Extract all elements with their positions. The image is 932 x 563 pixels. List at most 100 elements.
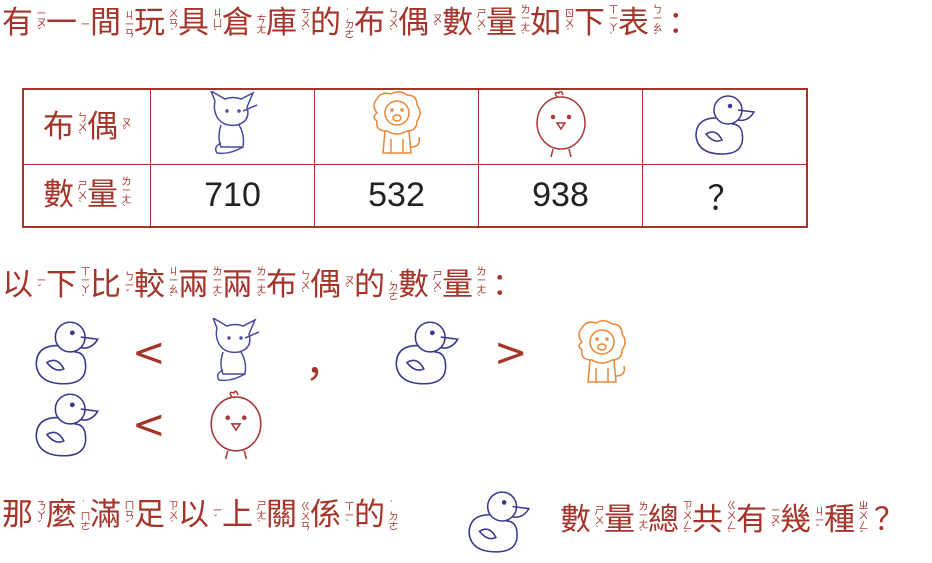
character: 一ㄧ [46,8,90,39]
toy-count-table: 布ㄅㄨˋ 偶ㄡˇ 數ㄕㄨˋ 量ㄌㄧㄤˋ 710 532 938 ？ [22,88,808,228]
count-fox: 710 [150,164,315,228]
zhuyin-annotation: ㄘㄤ [254,13,265,34]
zhuyin-annotation: ㄎㄨˋ [298,8,309,39]
character: 量ㄌㄧㄤˋ [442,266,486,305]
character-glyph: 量 [442,267,473,303]
character-glyph: 有 [736,502,767,538]
character: 如ㄖㄨˊ [530,8,574,40]
zhuyin-annotation: ㄨㄢˊ [166,8,177,39]
character-glyph: ？ [874,502,905,538]
character-glyph: 種 [824,502,855,538]
character-glyph: 的 [354,267,385,303]
zhuyin-annotation: ㄧˇ [34,276,45,295]
character-glyph: 數 [43,177,74,213]
character: 較ㄐㄧㄠˋ [134,266,178,305]
zhuyin-annotation: ㄒㄧㄚˋ [78,266,89,305]
cell-chick [478,88,643,165]
character-glyph: 比 [90,267,121,303]
zhuyin-annotation: ˙ㄇㄜ [78,500,89,531]
zhuyin-annotation: ㄒㄧㄚˋ [606,4,617,43]
zhuyin-annotation: ㄐㄧㄢ [122,9,133,38]
character: 庫ㄎㄨˋ [266,5,310,41]
zhuyin-annotation: ㄡˇ [430,13,441,34]
character-glyph: 共 [692,502,723,538]
character: 的 ˙ㄉㄜ [354,497,398,533]
character: 兩ㄌㄧㄤˇ [178,266,222,305]
character: 數ㄕㄨˋ [560,502,604,538]
character: 上ㄕㄤˋ [222,497,266,533]
zhuyin-annotation: ㄡˇ [342,275,353,296]
zhuyin-annotation: ㄗㄨˊ [166,500,177,531]
lion-icon [372,90,421,154]
character-glyph: 幾 [780,502,811,538]
character: 係ㄒㄧˋ [310,500,354,531]
character-glyph: 兩 [178,267,209,303]
character-glyph: 下 [46,267,77,303]
count-duck: ？ [642,164,808,228]
zhuyin-annotation: ㄌㄧㄤˋ [636,501,647,540]
zhuyin-annotation: ㄌㄧㄤˇ [254,266,265,305]
final-question-part-1: 那ㄋㄚˇ 麼 ˙ㄇㄜ滿ㄇㄢˇ 足ㄗㄨˊ 以ㄧˇ 上ㄕㄤˋ 關ㄍㄨㄢ係ㄒㄧˋ 的 ˙ㄉㄜ [2,497,398,533]
character: 量ㄌㄧㄤˋ [486,4,530,43]
character-glyph: 那 [2,497,33,533]
less-than-sign: < [132,402,166,448]
character: 布ㄅㄨˋ [43,111,87,143]
character-glyph: 倉 [222,5,253,41]
character-glyph: 滿 [90,497,121,533]
character: 以ㄧˇ [2,270,46,301]
character: 量ㄌㄧㄤˋ [604,501,648,540]
fox-icon [212,318,260,382]
character: 表ㄅㄧㄠˇ [618,4,662,43]
lion-icon [578,319,626,383]
zhuyin-annotation: ㄌㄧㄤˋ [474,266,485,305]
character-glyph: ： [492,267,523,303]
character-glyph: 具 [178,5,209,41]
character: 總ㄗㄨㄥˇ [648,500,692,541]
chick-icon [535,90,586,158]
duck-icon [35,321,99,385]
character-glyph: 下 [574,5,605,41]
zhuyin-annotation: ㄌㄧㄤˇ [210,266,221,305]
character: 種ㄓㄨㄥˇ [824,500,868,541]
zhuyin-annotation: ㄕㄨˋ [474,8,485,39]
count-lion: 532 [314,164,479,228]
zhuyin-annotation: ㄌㄧㄤˋ [119,176,130,215]
character-glyph: 偶 [87,108,118,145]
zhuyin-annotation: ㄅㄨˋ [298,270,309,301]
row-label-count: 數ㄕㄨˋ 量ㄌㄧㄤˋ [22,164,151,228]
character: 麼 ˙ㄇㄜ [46,500,90,532]
character: ： [492,270,523,301]
comma: ， [305,340,345,386]
character: 兩ㄌㄧㄤˇ [222,266,266,305]
character: 偶ㄡˇ [87,108,131,145]
zhuyin-annotation: ㄧㄡˇ [34,9,45,38]
compare-text: 以ㄧˇ 下ㄒㄧㄚˋ 比ㄅㄧˇ 較ㄐㄧㄠˋ 兩ㄌㄧㄤˇ 兩ㄌㄧㄤˇ 布ㄅㄨˋ 偶ㄡˇ 的 ˙ㄉㄜ數ㄕ… [2,266,523,305]
character: 有ㄧㄡˇ [2,8,46,39]
character: 滿ㄇㄢˇ [90,497,134,533]
zhuyin-annotation: ㄍㄨㄢ [298,500,309,531]
character-glyph: 的 [354,497,385,533]
character: 間ㄐㄧㄢ [90,8,134,39]
character-glyph: 足 [134,497,165,533]
count-chick: 938 [478,164,643,228]
character-glyph: 偶 [398,5,429,41]
character: 偶ㄡˇ [398,8,442,39]
character-glyph: 上 [222,497,253,533]
character: 布ㄅㄨˋ [354,8,398,40]
character-glyph: 量 [87,177,118,213]
zhuyin-annotation: ㄍㄨㄥˋ [724,500,735,541]
zhuyin-annotation: ㄖㄨˊ [562,8,573,39]
character: 數ㄕㄨˋ [398,270,442,302]
zhuyin-annotation: ㄧ [78,19,89,28]
zhuyin-annotation: ㄡˇ [119,116,130,138]
zhuyin-annotation: ㄧㄡˇ [768,506,779,535]
character: 玩ㄨㄢˊ [134,8,178,40]
character-glyph: 數 [560,502,591,538]
character-glyph: 布 [266,267,297,303]
character: 關ㄍㄨㄢ [266,500,310,531]
character-glyph: 庫 [266,5,297,41]
character-glyph: 以 [2,267,33,303]
zhuyin-annotation: ㄇㄢˇ [122,500,133,531]
character-glyph: 較 [134,267,165,303]
character-glyph: 偶 [310,267,341,303]
